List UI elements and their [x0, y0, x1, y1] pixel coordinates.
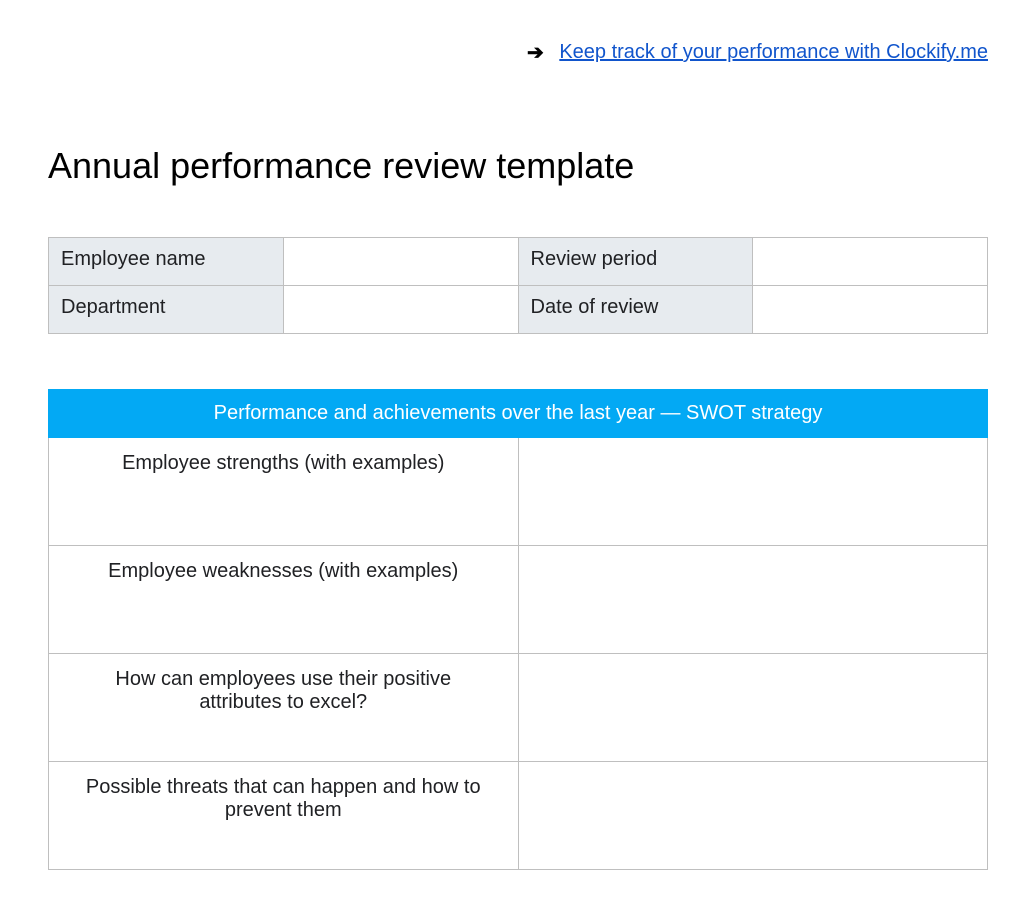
table-row: Department Date of review — [49, 286, 988, 334]
swot-answer-opportunities[interactable] — [518, 654, 988, 762]
info-label-employee-name: Employee name — [49, 238, 284, 286]
info-value-employee-name[interactable] — [283, 238, 518, 286]
info-value-date-of-review[interactable] — [753, 286, 988, 334]
info-label-review-period: Review period — [518, 238, 753, 286]
swot-answer-threats[interactable] — [518, 762, 988, 870]
table-row: Employee name Review period — [49, 238, 988, 286]
info-value-department[interactable] — [283, 286, 518, 334]
swot-answer-weaknesses[interactable] — [518, 546, 988, 654]
clockify-link[interactable]: Keep track of your performance with Cloc… — [559, 41, 988, 63]
swot-label-strengths: Employee strengths (with examples) — [49, 438, 519, 546]
table-row: Possible threats that can happen and how… — [49, 762, 988, 870]
table-row: Employee weaknesses (with examples) — [49, 546, 988, 654]
top-link-row: ➔ Keep track of your performance with Cl… — [48, 20, 988, 75]
swot-table: Performance and achievements over the la… — [48, 389, 988, 870]
arrow-right-icon: ➔ — [527, 40, 544, 65]
swot-label-weaknesses: Employee weaknesses (with examples) — [49, 546, 519, 654]
table-row: How can employees use their positive att… — [49, 654, 988, 762]
document-page: ➔ Keep track of your performance with Cl… — [0, 0, 1036, 910]
table-row: Performance and achievements over the la… — [49, 390, 988, 438]
info-label-date-of-review: Date of review — [518, 286, 753, 334]
swot-answer-strengths[interactable] — [518, 438, 988, 546]
info-label-department: Department — [49, 286, 284, 334]
swot-label-threats: Possible threats that can happen and how… — [49, 762, 519, 870]
page-title: Annual performance review template — [48, 145, 988, 187]
info-value-review-period[interactable] — [753, 238, 988, 286]
employee-info-table: Employee name Review period Department D… — [48, 237, 988, 334]
swot-label-opportunities: How can employees use their positive att… — [49, 654, 519, 762]
swot-header: Performance and achievements over the la… — [49, 390, 988, 438]
table-row: Employee strengths (with examples) — [49, 438, 988, 546]
